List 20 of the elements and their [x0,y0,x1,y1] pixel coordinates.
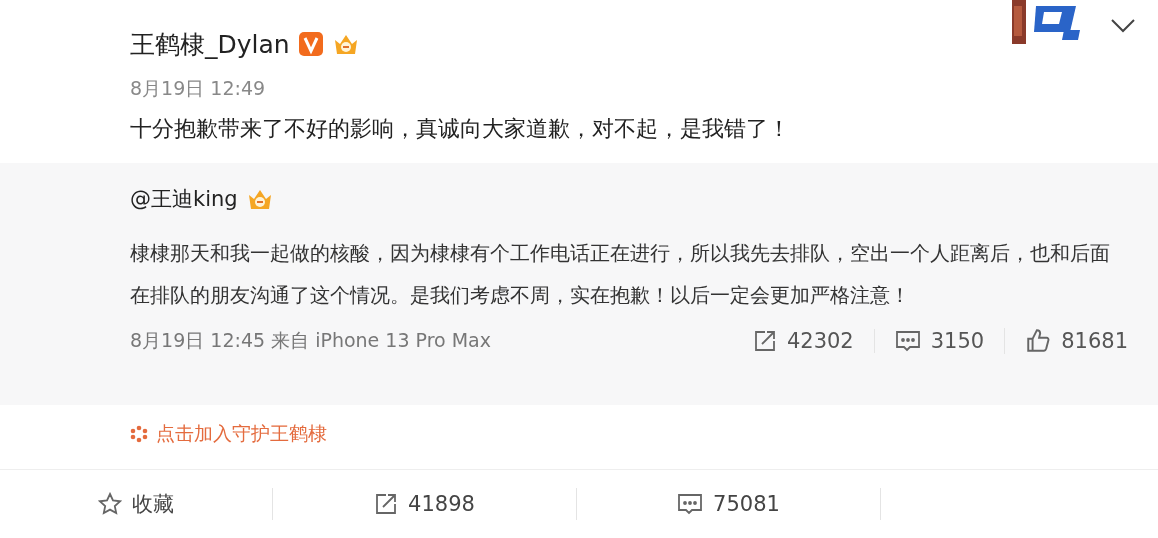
share-icon [374,492,399,517]
repost-author[interactable]: @王迪king [130,185,238,214]
repost-time: 8月19日 12:45 来自 iPhone 13 Pro Max [130,328,491,354]
favorite-button[interactable]: 收藏 [92,489,180,520]
author-name[interactable]: 王鹤棣_Dylan [130,27,290,61]
share-button[interactable]: 41898 [368,491,481,518]
like-button[interactable]: 81681 [1004,328,1128,355]
share-icon [752,329,777,354]
comment-button[interactable]: 75081 [671,491,786,518]
comment-button[interactable]: 3150 [873,329,985,354]
flower-icon [130,425,148,444]
post-time: 8月19日 12:49 [130,76,267,101]
comment-icon [894,329,921,354]
star-icon [98,492,122,517]
thumbs-up-icon [1025,328,1052,355]
share-button[interactable]: 42302 [732,329,854,354]
comment-icon [677,492,704,517]
chevron-down-icon[interactable] [1110,18,1136,34]
post-text: 十分抱歉带来了不好的影响，真诚向大家道歉，对不起，是我错了！ [130,115,791,143]
repost-text: 棣棣那天和我一起做的核酸，因为棣棣有个工作电话正在进行，所以我先去排队，空出一个人距离后，也和后面在排队的朋友沟通了这个情况。是我们考虑不周，实在抱歉！以后一定会更加严格注意！ [130,241,1111,310]
